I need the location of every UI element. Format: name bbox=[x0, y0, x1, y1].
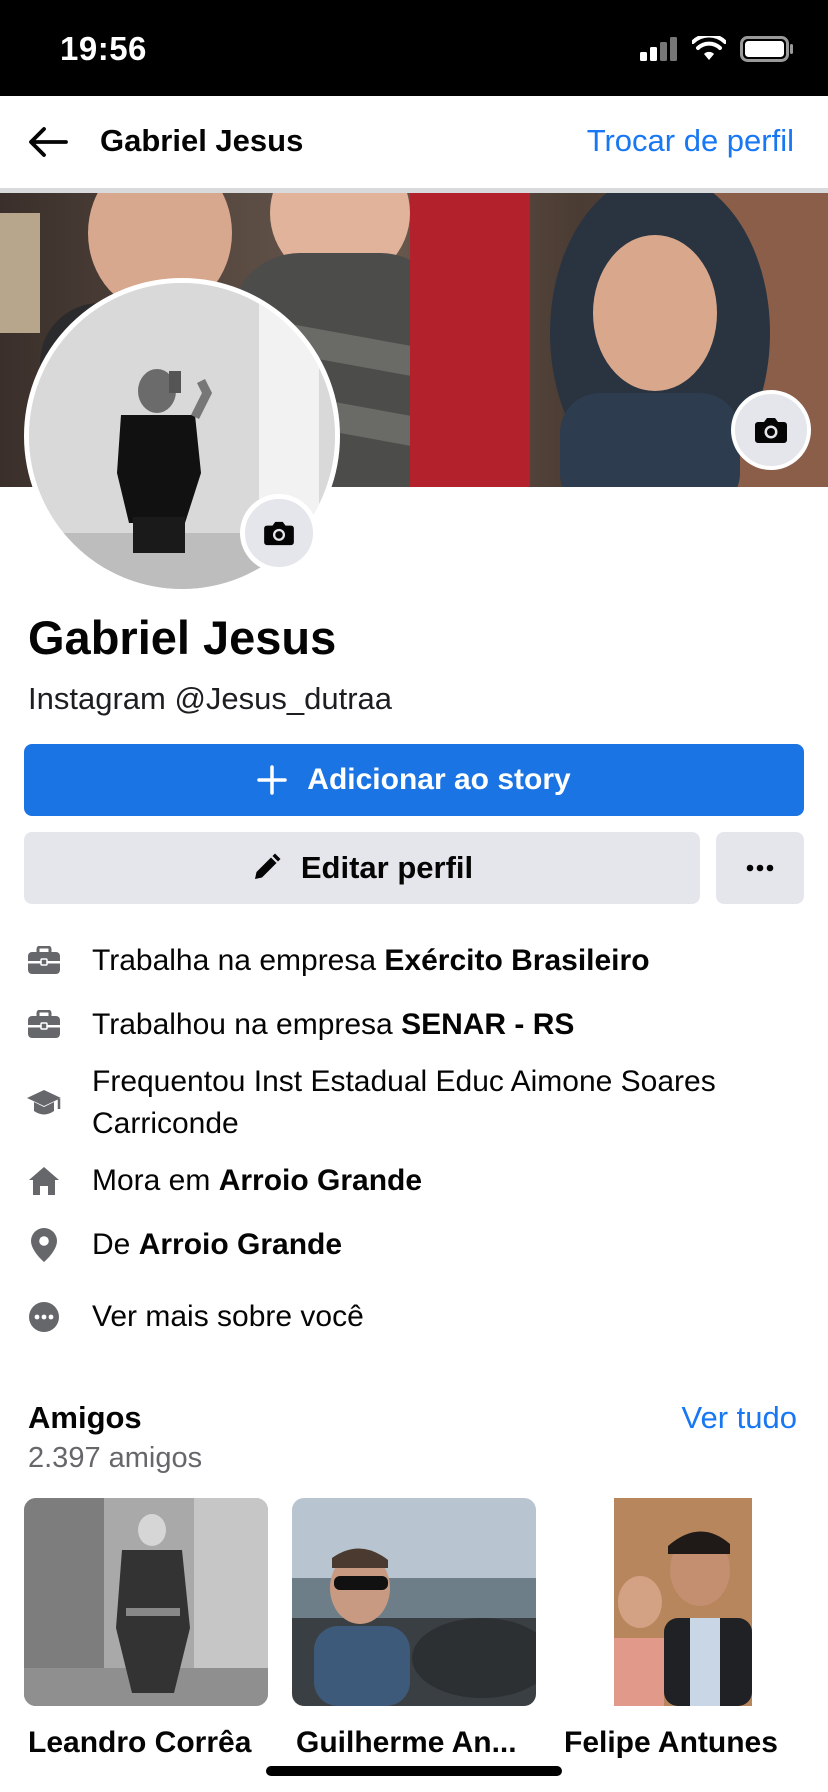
more-options-button[interactable] bbox=[716, 832, 804, 904]
switch-profile-link[interactable]: Trocar de perfil bbox=[587, 123, 794, 159]
friends-count: 2.397 amigos bbox=[28, 1442, 203, 1474]
top-nav-bar: Gabriel Jesus Trocar de perfil bbox=[0, 96, 828, 193]
friend-photo[interactable] bbox=[24, 1498, 268, 1706]
detail-text: Trabalha na empresa Exército Brasileiro bbox=[92, 944, 650, 977]
briefcase-icon bbox=[26, 1007, 62, 1043]
detail-text: Mora em Arroio Grande bbox=[92, 1164, 423, 1197]
friend-name[interactable]: Guilherme An... bbox=[296, 1726, 517, 1760]
briefcase-icon bbox=[26, 943, 62, 979]
status-time: 19:56 bbox=[60, 30, 147, 67]
signal-icon bbox=[640, 37, 677, 61]
profile-name: Gabriel Jesus bbox=[28, 611, 337, 664]
pencil-icon bbox=[254, 853, 281, 879]
friend-photo[interactable] bbox=[560, 1498, 804, 1706]
add-to-story-button[interactable]: Adicionar ao story bbox=[24, 744, 804, 816]
cover-camera-button[interactable] bbox=[731, 390, 811, 470]
see-all-friends-link[interactable]: Ver tudo bbox=[682, 1400, 797, 1436]
edit-profile-button[interactable]: Editar perfil bbox=[24, 832, 700, 904]
add-to-story-label: Adicionar ao story bbox=[307, 763, 571, 796]
plus-icon bbox=[257, 765, 288, 795]
friend-name[interactable]: Leandro Corrêa bbox=[28, 1726, 251, 1760]
avatar-camera-button[interactable] bbox=[240, 494, 318, 572]
more-dots-icon bbox=[26, 1299, 62, 1335]
location-pin-icon bbox=[26, 1227, 62, 1263]
camera-icon bbox=[755, 418, 787, 443]
home-icon bbox=[26, 1163, 62, 1199]
camera-icon bbox=[264, 521, 294, 546]
friend-photo[interactable] bbox=[292, 1498, 536, 1706]
detail-text: Ver mais sobre você bbox=[92, 1300, 364, 1333]
battery-icon bbox=[740, 36, 793, 62]
friend-name[interactable]: Felipe Antunes bbox=[564, 1726, 778, 1760]
arrow-left-icon bbox=[29, 127, 68, 157]
profile-bio: Instagram @Jesus_dutraa bbox=[28, 681, 393, 716]
detail-text: Trabalhou na empresa SENAR - RS bbox=[92, 1008, 575, 1041]
status-icons bbox=[640, 36, 794, 62]
detail-text: De Arroio Grande bbox=[92, 1228, 343, 1261]
home-indicator[interactable] bbox=[266, 1766, 562, 1776]
graduation-cap-icon bbox=[26, 1085, 62, 1121]
status-bar: 19:56 bbox=[0, 0, 828, 96]
friends-section-title: Amigos bbox=[28, 1400, 142, 1435]
ellipsis-icon bbox=[746, 864, 774, 872]
wifi-icon bbox=[692, 36, 726, 60]
nav-title: Gabriel Jesus bbox=[100, 123, 304, 158]
edit-profile-label: Editar perfil bbox=[300, 850, 474, 885]
detail-text: Frequentou Inst Estadual Educ Aimone Soa… bbox=[92, 1065, 716, 1140]
back-button[interactable] bbox=[26, 120, 70, 164]
